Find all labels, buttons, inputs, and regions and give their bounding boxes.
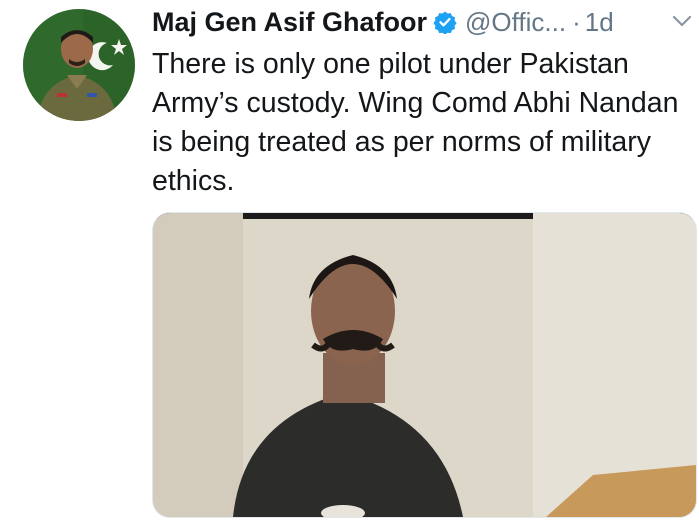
tweet-card[interactable]: Maj Gen Asif Ghafoor @Offic... · 1d Ther… <box>0 0 699 524</box>
chevron-down-icon[interactable] <box>669 8 695 34</box>
separator-dot: · <box>572 6 581 37</box>
timestamp[interactable]: 1d <box>585 7 614 38</box>
tweet-text: There is only one pilot under Pakistan A… <box>152 48 687 197</box>
avatar[interactable] <box>23 9 135 121</box>
tweet-header: Maj Gen Asif Ghafoor @Offic... · 1d <box>152 2 697 42</box>
avatar-image <box>23 9 135 121</box>
author-name[interactable]: Maj Gen Asif Ghafoor <box>152 7 427 38</box>
media-photo <box>153 213 696 517</box>
tweet-media-image[interactable] <box>152 212 697 518</box>
author-handle[interactable]: @Offic... <box>465 7 566 38</box>
verified-badge-icon <box>433 10 457 34</box>
